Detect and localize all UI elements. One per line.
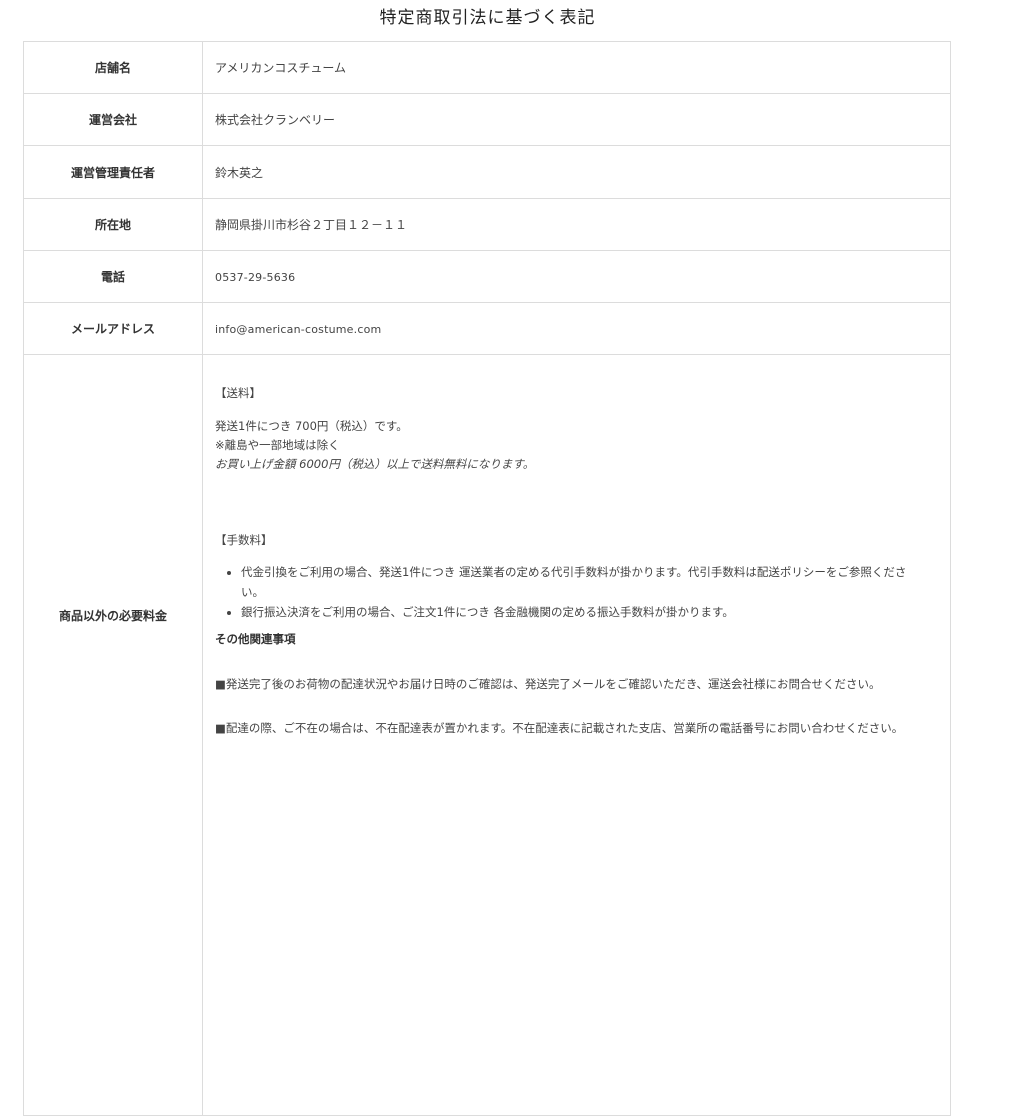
table-row: 所在地 静岡県掛川市杉谷２丁目１２－１１: [23, 198, 951, 251]
table-row: 店舗名 アメリカンコスチューム: [23, 41, 951, 94]
other-heading: その他関連事項: [215, 632, 296, 646]
row-label-address: 所在地: [23, 198, 203, 251]
row-value-manager: 鈴木英之: [202, 145, 951, 199]
row-label-fees: 商品以外の必要料金: [23, 354, 203, 1116]
list-item: 代金引換をご利用の場合、発送1件につき 運送業者の定める代引手数料が掛かります。…: [241, 562, 949, 602]
other-paragraph: ■発送完了後のお荷物の配達状況やお届け日時のご確認は、発送完了メールをご確認いた…: [215, 677, 881, 691]
page-title: 特定商取引法に基づく表記: [379, 8, 596, 28]
handling-heading: 【手数料】: [215, 533, 273, 547]
list-item: 銀行振込決済をご利用の場合、ご注文1件につき 各金融機関の定める振込手数料が掛か…: [241, 602, 949, 622]
row-label-manager: 運営管理責任者: [23, 145, 203, 199]
shipping-note: ※離島や一部地域は除く: [215, 438, 340, 452]
handling-list: 代金引換をご利用の場合、発送1件につき 運送業者の定める代引手数料が掛かります。…: [215, 562, 949, 622]
fees-content: 【送料】 発送1件につき 700円（税込）です。 ※離島や一部地域は除く お買い…: [215, 356, 949, 739]
row-label-email: メールアドレス: [23, 302, 203, 355]
table-row: 商品以外の必要料金 【送料】 発送1件につき 700円（税込）です。 ※離島や一…: [23, 354, 951, 1116]
row-value-phone: 0537-29-5636: [202, 250, 951, 303]
email-address: info@american-costume.com: [215, 322, 382, 336]
row-value-company: 株式会社クランベリー: [202, 93, 951, 146]
table-row: 運営会社 株式会社クランベリー: [23, 93, 951, 146]
shipping-heading: 【送料】: [215, 386, 261, 400]
row-value-email: info@american-costume.com: [202, 302, 951, 355]
row-label-company: 運営会社: [23, 93, 203, 146]
legal-info-table: 店舗名 アメリカンコスチューム 運営会社 株式会社クランベリー 運営管理責任者 …: [23, 41, 951, 1116]
row-value-store-name: アメリカンコスチューム: [202, 41, 951, 94]
phone-number: 0537-29-5636: [215, 270, 296, 284]
shipping-line: 発送1件につき 700円（税込）です。: [215, 419, 408, 433]
table-row: メールアドレス info@american-costume.com: [23, 302, 951, 355]
row-value-address: 静岡県掛川市杉谷２丁目１２－１１: [202, 198, 951, 251]
free-shipping-note: お買い上げ金額 6000円（税込）以上で送料無料になります。: [215, 457, 535, 471]
row-label-phone: 電話: [23, 250, 203, 303]
row-label-store-name: 店舗名: [23, 41, 203, 94]
other-paragraph: ■配達の際、ご不在の場合は、不在配達表が置かれます。不在配達表に記載された支店、…: [215, 721, 904, 735]
table-row: 運営管理責任者 鈴木英之: [23, 145, 951, 199]
row-value-fees: 【送料】 発送1件につき 700円（税込）です。 ※離島や一部地域は除く お買い…: [202, 354, 951, 1116]
table-row: 電話 0537-29-5636: [23, 250, 951, 303]
